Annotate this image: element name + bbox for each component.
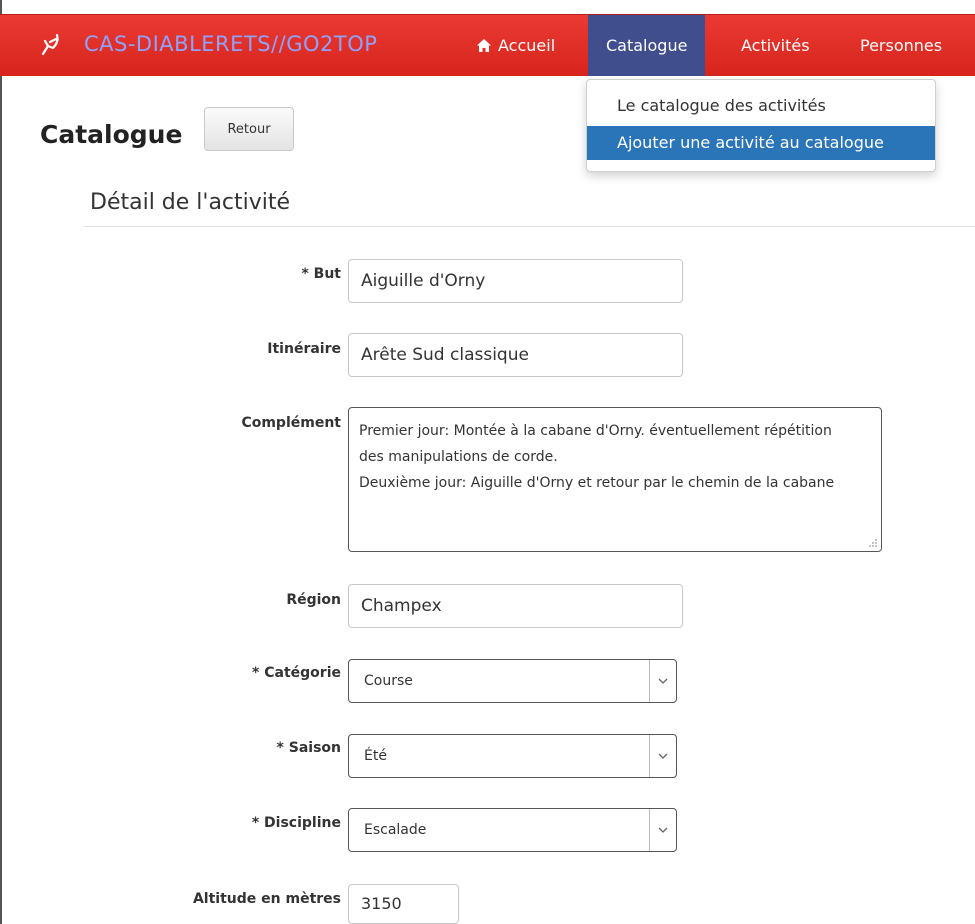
altitude-label: Altitude en mètres (192, 891, 341, 907)
window-top (0, 0, 975, 14)
menu-item-add-activity[interactable]: Ajouter une activité au catalogue (587, 126, 935, 160)
page-title: Catalogue (40, 120, 183, 149)
altitude-input[interactable]: 3150 (348, 884, 459, 924)
categorie-select[interactable]: Course (348, 659, 677, 703)
brand-title[interactable]: CAS-DIABLERETS//GO2TOP (84, 32, 377, 56)
chevron-down-icon[interactable] (649, 809, 676, 851)
region-label: Région (286, 592, 341, 608)
nav-item-activites[interactable]: Activités (741, 15, 810, 76)
select-value: Course (364, 673, 413, 689)
nav-item-label: Activités (741, 36, 810, 55)
climber-logo-icon[interactable] (40, 32, 66, 58)
select-value: Escalade (364, 822, 427, 838)
nav-item-label: Catalogue (606, 36, 688, 55)
complement-textarea[interactable]: Premier jour: Montée à la cabane d'Orny.… (348, 407, 882, 552)
catalogue-dropdown-menu: Le catalogue des activités Ajouter une a… (586, 79, 936, 172)
nav-item-label: Accueil (498, 36, 556, 55)
saison-select[interactable]: Été (348, 734, 677, 778)
saison-label: * Saison (276, 740, 341, 756)
back-button[interactable]: Retour (204, 107, 294, 151)
but-input[interactable]: Aiguille d'Orny (348, 259, 683, 303)
itineraire-input[interactable]: Arête Sud classique (348, 333, 683, 377)
region-input[interactable]: Champex (348, 584, 683, 628)
categorie-label: * Catégorie (252, 665, 341, 681)
discipline-label: * Discipline (251, 815, 341, 831)
but-label: * But (301, 266, 341, 282)
nav-item-label: Personnes (860, 36, 943, 55)
section-divider (84, 226, 975, 227)
top-navbar: CAS-DIABLERETS//GO2TOP Accueil Catalogue… (0, 14, 975, 76)
section-title: Détail de l'activité (90, 190, 291, 215)
nav-item-personnes[interactable]: Personnes (860, 15, 942, 76)
chevron-down-icon[interactable] (649, 660, 676, 702)
window-left-border (0, 0, 2, 924)
complement-label: Complément (241, 415, 341, 431)
itineraire-label: Itinéraire (267, 341, 341, 357)
textarea-line: Premier jour: Montée à la cabane d'Orny.… (359, 423, 832, 439)
textarea-line: des manipulations de corde. (359, 449, 558, 465)
chevron-down-icon[interactable] (649, 735, 676, 777)
select-value: Été (364, 748, 387, 764)
home-icon (477, 39, 491, 52)
discipline-select[interactable]: Escalade (348, 808, 677, 852)
textarea-line: Deuxième jour: Aiguille d'Orny et retour… (359, 475, 835, 491)
nav-item-accueil[interactable]: Accueil (476, 15, 555, 76)
resize-grip-icon[interactable] (868, 538, 878, 548)
menu-item-catalogue-list[interactable]: Le catalogue des activités (587, 89, 935, 123)
nav-item-catalogue[interactable]: Catalogue (588, 15, 706, 76)
